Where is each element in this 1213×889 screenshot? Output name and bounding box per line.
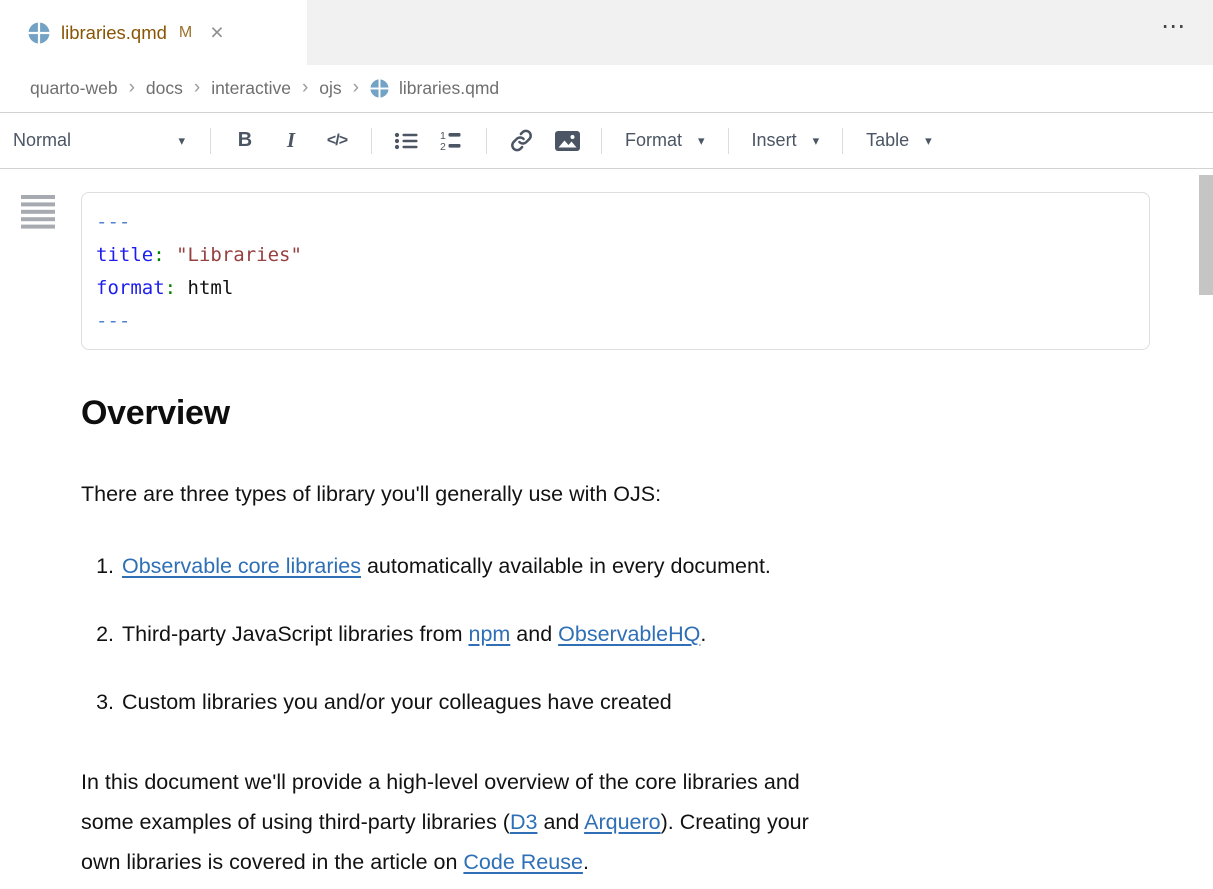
list-item-text: Third-party JavaScript libraries from np…	[122, 622, 706, 647]
insert-menu[interactable]: Insert ▾	[740, 121, 832, 161]
format-menu-label: Format	[625, 130, 682, 151]
link-d3[interactable]: D3	[510, 810, 537, 834]
image-icon	[554, 130, 581, 152]
text-segment: and	[510, 622, 558, 646]
paragraph-style-dropdown[interactable]: Normal ▾	[13, 121, 199, 161]
code-button[interactable]: </>	[314, 121, 360, 161]
list-number: 3.	[81, 690, 122, 715]
link-observable-core-libraries[interactable]: Observable core libraries	[122, 554, 361, 578]
tab-bar: libraries.qmd M × ⋯	[0, 0, 1213, 65]
list-item-2: 2. Third-party JavaScript libraries from…	[81, 622, 1213, 647]
tab-filename: libraries.qmd	[61, 22, 167, 44]
text-segment: Custom libraries you and/or your colleag…	[122, 690, 672, 714]
quarto-file-icon	[370, 79, 389, 98]
intro-paragraph: There are three types of library you'll …	[81, 479, 1213, 509]
yaml-colon: :	[165, 277, 176, 299]
chevron-right-icon: ›	[193, 77, 201, 101]
image-button[interactable]	[544, 121, 590, 161]
toolbar-divider	[842, 128, 843, 154]
text-segment: and	[537, 810, 584, 834]
toolbar-divider	[371, 128, 372, 154]
yaml-string-value: "Libraries"	[165, 244, 302, 266]
svg-text:2: 2	[440, 141, 446, 151]
paragraph-line: own libraries is covered in the article …	[81, 842, 1213, 882]
outline-toggle-icon[interactable]	[20, 195, 56, 234]
chevron-down-icon: ▾	[813, 134, 820, 147]
link-button[interactable]	[498, 121, 544, 161]
yaml-line: ---	[96, 305, 1133, 338]
toolbar-divider	[486, 128, 487, 154]
yaml-key: title	[96, 244, 153, 266]
editor-surface[interactable]: --- title: "Libraries" format: html --- …	[0, 169, 1213, 882]
tab-libraries-qmd[interactable]: libraries.qmd M ×	[0, 0, 307, 65]
table-menu-label: Table	[866, 130, 909, 151]
link-code-reuse[interactable]: Code Reuse	[463, 850, 583, 874]
vertical-scrollbar[interactable]	[1199, 175, 1213, 295]
list-number: 1.	[81, 554, 122, 579]
yaml-line: format: html	[96, 272, 1133, 305]
insert-menu-label: Insert	[752, 130, 797, 151]
bold-button[interactable]: B	[222, 121, 268, 161]
close-tab-icon[interactable]: ×	[210, 21, 223, 44]
numbered-list-icon: 1 2	[440, 130, 465, 151]
list-item-1: 1. Observable core libraries automatical…	[81, 554, 1213, 579]
paragraph-line: In this document we'll provide a high-le…	[81, 762, 1213, 802]
yaml-metadata-block[interactable]: --- title: "Libraries" format: html ---	[81, 192, 1150, 350]
visual-editor-window: libraries.qmd M × ⋯ quarto-web › docs › …	[0, 0, 1213, 889]
list-item-text: Custom libraries you and/or your colleag…	[122, 690, 672, 715]
yaml-fence: ---	[96, 211, 130, 233]
text-segment: some examples of using third-party libra…	[81, 810, 510, 834]
yaml-colon: :	[153, 244, 164, 266]
closing-paragraph: In this document we'll provide a high-le…	[81, 762, 1213, 882]
numbered-list-button[interactable]: 1 2	[429, 121, 475, 161]
list-number: 2.	[81, 622, 122, 647]
bulleted-list-icon	[394, 131, 419, 151]
link-arquero[interactable]: Arquero	[584, 810, 661, 834]
breadcrumb-item-file[interactable]: libraries.qmd	[399, 78, 499, 99]
list-item-text: Observable core libraries automatically …	[122, 554, 771, 579]
yaml-line: title: "Libraries"	[96, 239, 1133, 272]
bulleted-list-button[interactable]	[383, 121, 429, 161]
chevron-down-icon: ▾	[925, 134, 932, 147]
format-menu[interactable]: Format ▾	[613, 121, 717, 161]
chevron-down-icon: ▾	[178, 134, 185, 147]
breadcrumb-item-interactive[interactable]: interactive	[211, 78, 291, 99]
modified-badge: M	[179, 24, 192, 42]
library-types-list: 1. Observable core libraries automatical…	[81, 554, 1213, 715]
breadcrumb-item-docs[interactable]: docs	[146, 78, 183, 99]
link-npm[interactable]: npm	[468, 622, 510, 646]
text-segment: ). Creating your	[661, 810, 809, 834]
formatting-toolbar: Normal ▾ B I </> 1 2	[0, 113, 1213, 169]
paragraph-style-value: Normal	[13, 130, 71, 151]
toolbar-divider	[601, 128, 602, 154]
quarto-file-icon	[28, 22, 50, 44]
table-menu[interactable]: Table ▾	[854, 121, 944, 161]
chevron-down-icon: ▾	[698, 134, 705, 147]
breadcrumb: quarto-web › docs › interactive › ojs › …	[0, 65, 1213, 113]
text-segment: own libraries is covered in the article …	[81, 850, 463, 874]
chevron-right-icon: ›	[128, 77, 136, 101]
text-segment: .	[583, 850, 589, 874]
yaml-line: ---	[96, 206, 1133, 239]
more-actions-icon[interactable]: ⋯	[1161, 15, 1187, 39]
text-segment: .	[700, 622, 706, 646]
heading-overview: Overview	[81, 394, 1213, 433]
breadcrumb-item-quarto-web[interactable]: quarto-web	[30, 78, 118, 99]
yaml-plain-value: html	[176, 277, 233, 299]
breadcrumb-item-ojs[interactable]: ojs	[319, 78, 341, 99]
yaml-fence: ---	[96, 310, 130, 332]
paragraph-line: some examples of using third-party libra…	[81, 802, 1213, 842]
text-segment: Third-party JavaScript libraries from	[122, 622, 468, 646]
italic-button[interactable]: I	[268, 121, 314, 161]
toolbar-divider	[728, 128, 729, 154]
link-icon	[509, 128, 534, 153]
list-item-3: 3. Custom libraries you and/or your coll…	[81, 690, 1213, 715]
yaml-key: format	[96, 277, 165, 299]
chevron-right-icon: ›	[352, 77, 360, 101]
link-observablehq[interactable]: ObservableHQ	[558, 622, 700, 646]
chevron-right-icon: ›	[301, 77, 309, 101]
toolbar-divider	[210, 128, 211, 154]
text-segment: automatically available in every documen…	[361, 554, 771, 578]
text-segment: In this document we'll provide a high-le…	[81, 770, 800, 794]
